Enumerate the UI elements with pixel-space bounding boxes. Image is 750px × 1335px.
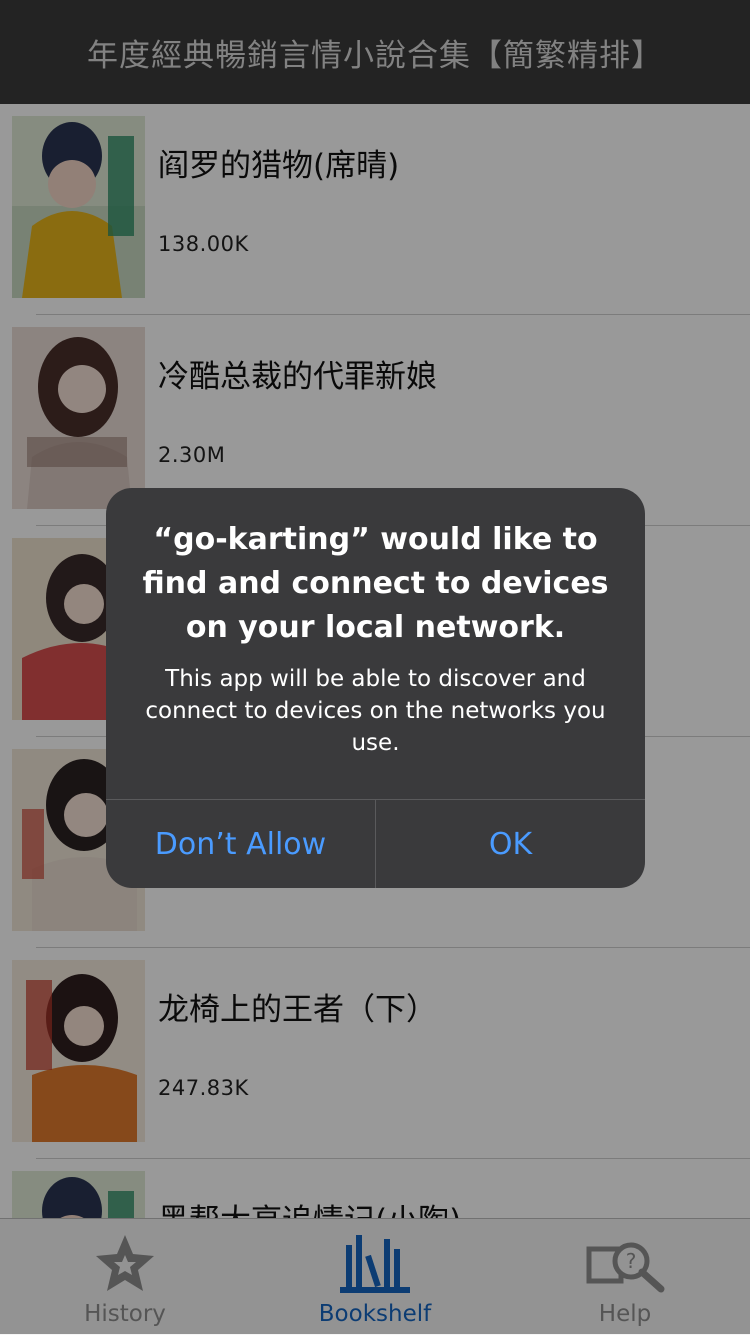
alert-message: This app will be able to discover and co… <box>145 666 606 756</box>
ok-button[interactable]: OK <box>375 800 645 888</box>
local-network-permission-alert: “go-karting” would like to find and conn… <box>106 488 645 888</box>
alert-button-row: Don’t Allow OK <box>106 799 645 888</box>
dont-allow-button[interactable]: Don’t Allow <box>106 800 375 888</box>
alert-title: “go-karting” would like to find and conn… <box>142 522 609 645</box>
